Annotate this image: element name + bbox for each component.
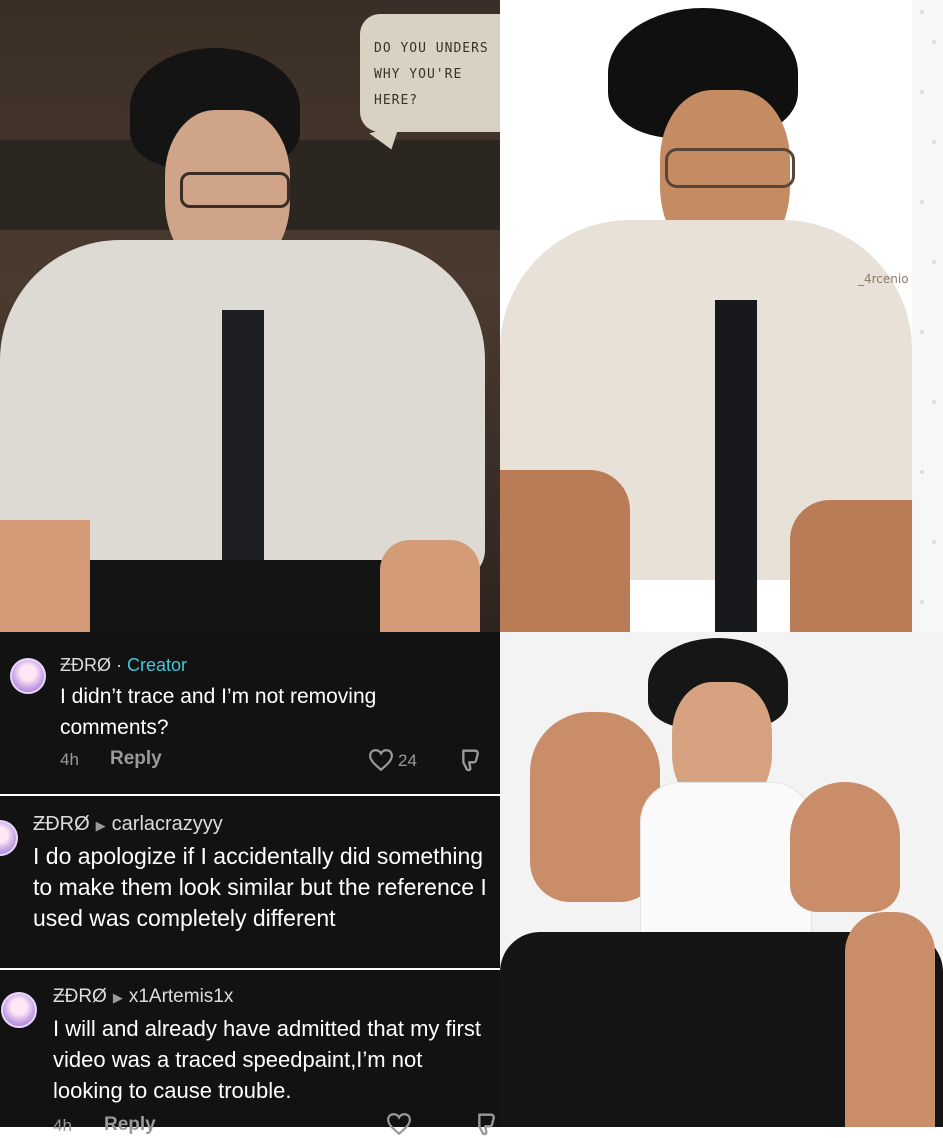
dislike-icon[interactable] xyxy=(454,746,482,774)
reply-button[interactable]: Reply xyxy=(110,748,162,770)
creator-badge: Creator xyxy=(127,655,188,675)
comment-text: I do apologize if I accidentally did som… xyxy=(33,843,487,931)
left-arm xyxy=(500,470,630,632)
right-arm xyxy=(845,912,935,1127)
like-count: 24 xyxy=(398,751,417,770)
username[interactable]: ƵƉRØ xyxy=(33,813,90,835)
right-arm xyxy=(380,540,480,632)
avatar[interactable] xyxy=(0,820,18,856)
avatar[interactable] xyxy=(10,658,46,694)
comment-card: ƵƉRØ ▶ x1Artemis1x I will and already have… xyxy=(0,970,500,1136)
comment-card: ƵƉRØ · Creator I didn’t trace and I’m no… xyxy=(0,632,500,794)
separator: · xyxy=(111,655,127,675)
artist-watermark: _4rcenio xyxy=(858,272,909,286)
avatar[interactable] xyxy=(1,992,37,1028)
reply-to-user[interactable]: carlacrazyyy xyxy=(112,813,223,835)
comment-time: 4h xyxy=(53,1116,72,1135)
reply-to-user[interactable]: x1Artemis1x xyxy=(129,986,234,1007)
username[interactable]: ƵƉRØ xyxy=(60,655,111,675)
comment-header: ƵƉRØ ▶ x1Artemis1x xyxy=(53,986,233,1008)
reply-arrow-icon: ▶ xyxy=(112,990,123,1005)
left-illustration: DO YOU UNDERS WHY YOU'RE HERE? xyxy=(0,0,500,632)
necktie xyxy=(715,300,757,632)
left-arm xyxy=(0,520,90,632)
dislike-icon[interactable] xyxy=(470,1110,498,1138)
right-arm xyxy=(790,500,912,632)
comment-time: 4h xyxy=(60,750,79,769)
right-illustration: _4rcenio xyxy=(500,0,912,632)
comment-text: I will and already have admitted that my… xyxy=(53,1016,481,1103)
speech-bubble: DO YOU UNDERS WHY YOU'RE HERE? xyxy=(360,14,500,132)
heart-icon[interactable] xyxy=(386,1112,412,1136)
comment-text: I didn’t trace and I’m not removing comm… xyxy=(60,685,377,739)
comment-card: ƵƉRØ ▶ carlacrazyyy I do apologize if I ac… xyxy=(0,796,500,968)
reply-button[interactable]: Reply xyxy=(104,1114,156,1136)
comment-header: ƵƉRØ ▶ carlacrazyyy xyxy=(33,813,223,836)
reference-photo xyxy=(500,632,943,1127)
glasses xyxy=(180,172,290,208)
scroll-strip xyxy=(912,0,943,632)
shoulder xyxy=(790,782,900,912)
heart-icon[interactable] xyxy=(368,748,394,772)
glasses xyxy=(665,148,795,188)
reply-arrow-icon: ▶ xyxy=(95,818,106,833)
username[interactable]: ƵƉRØ xyxy=(53,986,107,1007)
comment-header: ƵƉRØ · Creator xyxy=(60,655,187,676)
